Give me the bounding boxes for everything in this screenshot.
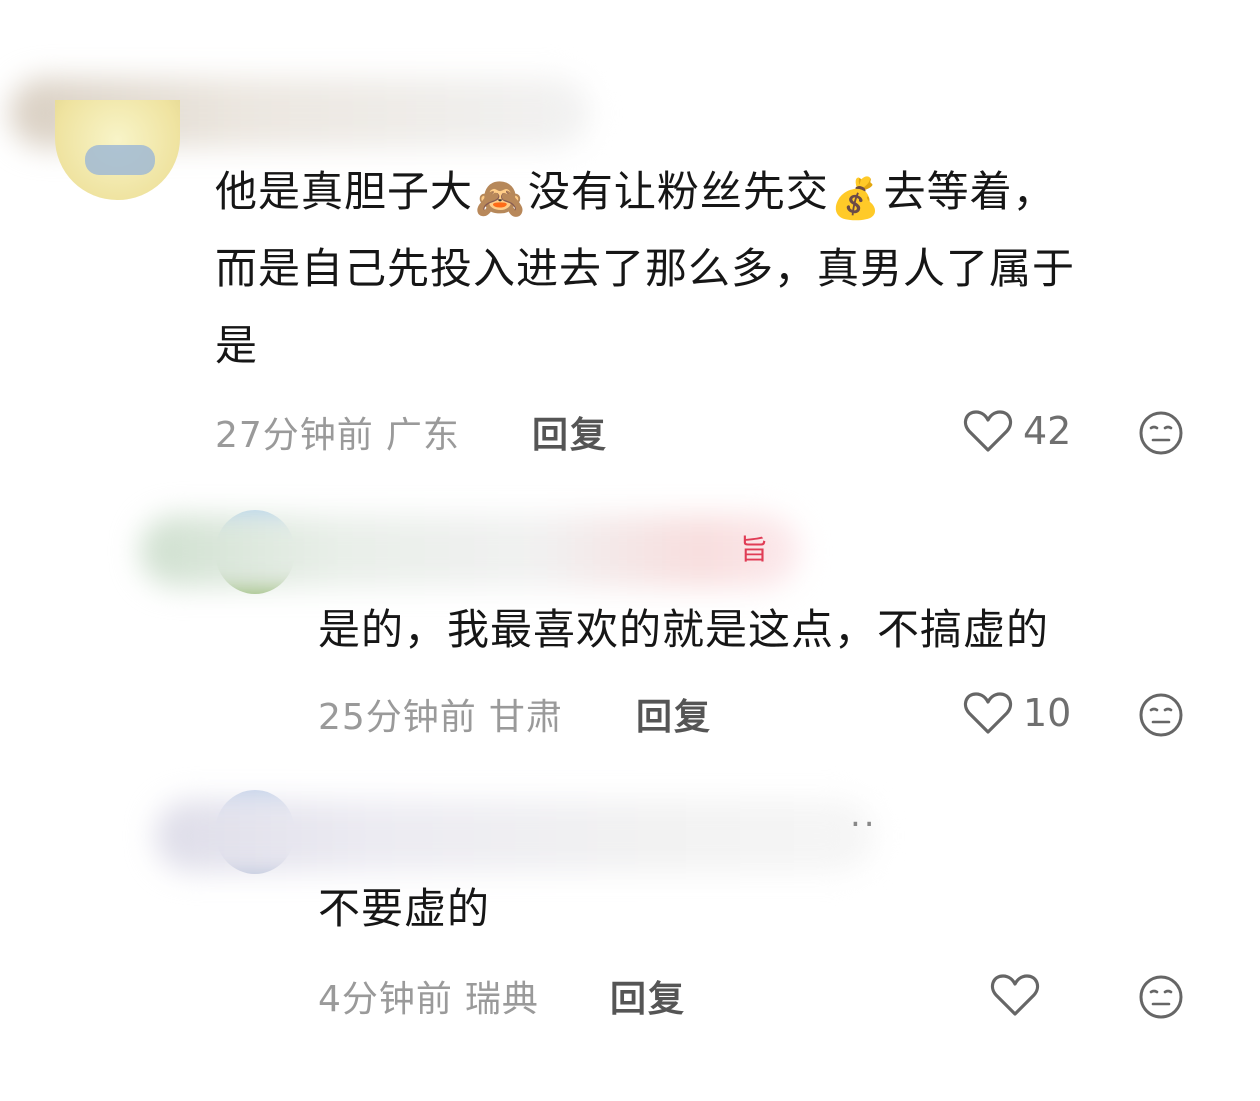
- timestamp: 25分钟前: [318, 697, 477, 738]
- neutral-face-icon[interactable]: [1138, 692, 1184, 738]
- avatar[interactable]: [55, 100, 180, 200]
- comment-text: 不要虚的: [318, 884, 491, 933]
- heart-outline-icon: [990, 974, 1040, 1016]
- location: 甘肃: [488, 697, 563, 738]
- comment-meta: 25分钟前 甘肃: [318, 688, 563, 740]
- like-button[interactable]: 42: [963, 408, 1071, 454]
- redacted-username: [140, 515, 800, 587]
- location: 瑞典: [464, 979, 539, 1020]
- money-bag-emoji-icon: 💰: [830, 176, 882, 222]
- timestamp: 27分钟前: [215, 415, 374, 456]
- heart-outline-icon: [963, 410, 1013, 452]
- monkey-emoji-icon: 🙈: [475, 176, 526, 222]
- user-badge: 旨: [740, 533, 769, 566]
- neutral-face-icon[interactable]: [1138, 410, 1184, 456]
- avatar-art: [85, 145, 155, 175]
- comment-text: 是的，我最喜欢的就是这点，不搞虚的: [318, 605, 1050, 654]
- reply-button[interactable]: 回复: [532, 406, 608, 458]
- reply-button[interactable]: 回复: [636, 688, 712, 740]
- comment-text: 他是真胆子大🙈没有让粉丝先交💰去等着， 而是自己先投入进去了那么多，真男人了属于…: [215, 167, 1076, 370]
- like-button[interactable]: 10: [963, 690, 1071, 736]
- like-count: 42: [1023, 409, 1072, 453]
- more-ellipsis: ..: [850, 795, 878, 835]
- comment-meta: 4分钟前 瑞典: [318, 970, 539, 1022]
- like-count: 10: [1023, 691, 1072, 735]
- location: 广东: [385, 415, 460, 456]
- like-button[interactable]: [990, 972, 1050, 1018]
- reply-button[interactable]: 回复: [610, 970, 686, 1022]
- heart-outline-icon: [963, 692, 1013, 734]
- comment-meta: 27分钟前 广东: [215, 406, 460, 458]
- neutral-face-icon[interactable]: [1138, 974, 1184, 1020]
- timestamp: 4分钟前: [318, 979, 453, 1020]
- redacted-username: [155, 800, 875, 872]
